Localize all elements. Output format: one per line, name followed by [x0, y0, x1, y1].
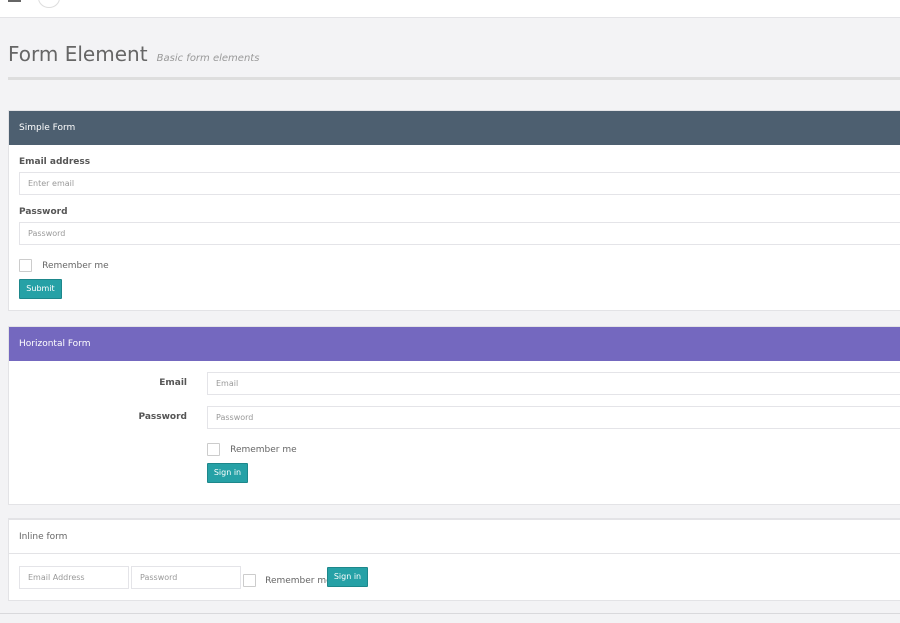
simple-email-input[interactable]: Enter email: [19, 172, 900, 195]
inline-remember-label: Remember me: [265, 575, 332, 586]
footer-divider: [0, 613, 900, 614]
top-bar: [0, 0, 900, 18]
inline-remember-row[interactable]: Remember me: [243, 570, 332, 587]
inline-signin-button[interactable]: Sign in: [327, 567, 368, 587]
password-label: Password: [19, 207, 68, 217]
horizontal-form-panel: Horizontal Form Email Email Password Pas…: [8, 326, 900, 505]
avatar[interactable]: [38, 0, 60, 8]
page-subtitle: Basic form elements: [156, 53, 260, 64]
horizontal-email-label: Email: [159, 378, 187, 388]
page-header: Form Element Basic form elements: [8, 42, 900, 66]
email-address-label: Email address: [19, 157, 91, 167]
inline-form-heading: Inline form: [9, 518, 900, 554]
simple-form-panel: Simple Form Email address Enter email Pa…: [8, 110, 900, 311]
hamburger-menu-icon[interactable]: [8, 0, 21, 4]
submit-button[interactable]: Submit: [19, 279, 62, 299]
header-divider: [8, 77, 900, 80]
simple-remember-checkbox[interactable]: [19, 259, 32, 272]
simple-remember-row[interactable]: Remember me: [19, 255, 109, 272]
horizontal-password-label: Password: [138, 412, 187, 422]
inline-remember-checkbox[interactable]: [243, 574, 256, 587]
horizontal-remember-label: Remember me: [230, 444, 297, 455]
simple-password-input[interactable]: Password: [19, 222, 900, 245]
inline-email-input[interactable]: Email Address: [19, 566, 129, 589]
inline-form-panel: Inline form Email Address Password Remem…: [8, 518, 900, 601]
simple-remember-label: Remember me: [42, 260, 109, 271]
horizontal-password-input[interactable]: Password: [207, 406, 900, 429]
simple-form-heading: Simple Form: [9, 111, 900, 145]
horizontal-email-input[interactable]: Email: [207, 372, 900, 395]
page-title: Form Element: [8, 42, 148, 66]
horizontal-remember-row[interactable]: Remember me: [207, 439, 297, 456]
horizontal-remember-checkbox[interactable]: [207, 443, 220, 456]
inline-password-input[interactable]: Password: [131, 566, 241, 589]
horizontal-signin-button[interactable]: Sign in: [207, 463, 248, 483]
horizontal-form-heading: Horizontal Form: [9, 327, 900, 361]
